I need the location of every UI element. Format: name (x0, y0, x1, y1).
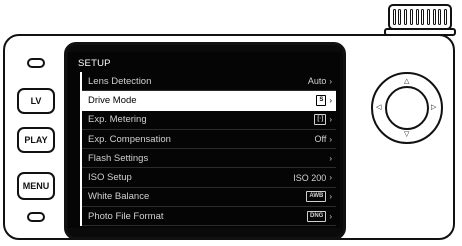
camera-illustration: LV PLAY MENU SETUP Lens Detection Auto › Dr… (0, 0, 462, 246)
chevron-right-icon: › (329, 115, 332, 125)
lv-button[interactable]: LV (17, 88, 55, 114)
triangle-down-icon[interactable]: ▽ (404, 131, 409, 138)
menu-item-label: White Balance (88, 191, 150, 203)
menu-item[interactable]: Flash Settings › (82, 149, 336, 169)
menu-title: SETUP (78, 58, 111, 69)
chevron-right-icon: › (329, 153, 332, 163)
menu-item-value: [·] › (314, 114, 332, 126)
triangle-right-icon[interactable]: ▷ (431, 104, 436, 111)
menu-item[interactable]: Drive Mode S › (82, 91, 336, 111)
menu-item-value: Auto › (308, 76, 332, 86)
menu-item-value: Off › (314, 134, 332, 144)
chevron-right-icon: › (329, 173, 332, 183)
set-button[interactable] (385, 86, 429, 130)
menu-item-value: AWB › (306, 191, 332, 203)
menu-item[interactable]: Exp. Metering [·] › (82, 111, 336, 130)
menu-item[interactable]: Exp. Compensation Off › (82, 130, 336, 150)
chevron-right-icon: › (329, 211, 332, 221)
menu-item-value-text: Auto (307, 76, 327, 87)
menu-item-value-text: ISO 200 (293, 172, 327, 183)
status-led-bottom (27, 212, 45, 222)
menu-item-value: › (328, 154, 332, 163)
menu-item-label: Flash Settings (88, 152, 149, 164)
menu-item-value-text: Off (314, 134, 327, 145)
menu-button[interactable]: MENU (17, 172, 55, 200)
menu-item-label: Lens Detection (88, 75, 152, 87)
menu-list: Lens Detection Auto › Drive Mode S › Exp. Mete… (80, 72, 336, 227)
chevron-right-icon: › (329, 76, 332, 86)
menu-item[interactable]: ISO Setup ISO 200 › (82, 168, 336, 188)
menu-item[interactable]: Photo File Format DNG › (82, 207, 336, 227)
menu-item-value: S › (316, 94, 332, 106)
menu-item-value: ISO 200 › (293, 173, 332, 183)
triangle-up-icon[interactable]: △ (404, 78, 409, 85)
menu-item-value-text: [·] (314, 114, 327, 126)
menu-item-value: DNG › (306, 210, 332, 222)
menu-item[interactable]: White Balance AWB › (82, 188, 336, 208)
chevron-right-icon: › (329, 192, 332, 202)
thumbwheel-dial[interactable] (388, 4, 452, 30)
play-button[interactable]: PLAY (17, 127, 55, 153)
menu-item-label: Drive Mode (88, 94, 137, 106)
triangle-left-icon[interactable]: ◁ (376, 104, 381, 111)
chevron-right-icon: › (329, 95, 332, 105)
chevron-right-icon: › (329, 134, 332, 144)
menu-item-label: Exp. Metering (88, 114, 147, 126)
menu-item-label: Photo File Format (88, 210, 164, 222)
status-led-top (27, 58, 45, 68)
camera-screen: SETUP Lens Detection Auto › Drive Mode S › Exp… (68, 52, 340, 228)
menu-item-value-text: S (316, 94, 327, 106)
menu-item[interactable]: Lens Detection Auto › (82, 72, 336, 92)
menu-item-value-text: DNG (306, 210, 327, 222)
menu-item-value-text: AWB (306, 191, 327, 203)
menu-item-label: Exp. Compensation (88, 133, 171, 145)
menu-item-label: ISO Setup (88, 172, 132, 184)
